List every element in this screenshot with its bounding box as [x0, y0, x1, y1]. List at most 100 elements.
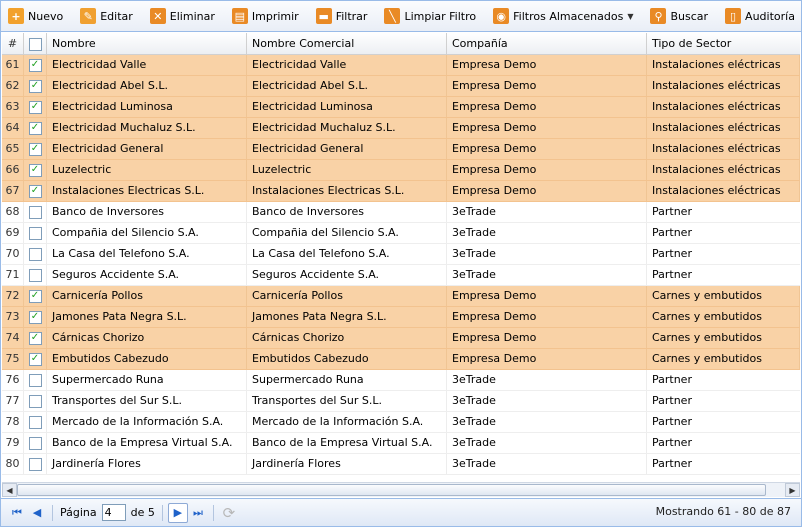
last-page-button[interactable]: ⏭: [188, 503, 208, 523]
table-row[interactable]: 79 Banco de la Empresa Virtual S.A. Banco …: [2, 433, 800, 454]
table-row[interactable]: 70 La Casa del Telefono S.A. La Casa del T…: [2, 244, 800, 265]
cell-number: 70: [2, 244, 24, 264]
row-select-cell: [24, 454, 47, 474]
row-checkbox[interactable]: ✓: [28, 352, 42, 366]
next-page-button[interactable]: ▶: [167, 502, 188, 523]
cell-nombre: Banco de la Empresa Virtual S.A.: [47, 433, 247, 453]
row-checkbox[interactable]: ✓: [28, 163, 42, 177]
cell-compania: Empresa Demo: [447, 349, 647, 369]
cell-nombre-comercial: Compañia del Silencio S.A.: [247, 223, 447, 243]
cell-tipo-sector: Partner: [652, 268, 692, 281]
table-row[interactable]: 65 ✓ Electricidad General Electricidad Gene…: [2, 139, 800, 160]
row-checkbox[interactable]: [28, 373, 42, 387]
row-checkbox[interactable]: [28, 394, 42, 408]
table-row[interactable]: 69 Compañia del Silencio S.A. Compañia del…: [2, 223, 800, 244]
table-row[interactable]: 72 ✓ Carnicería Pollos Carnicería Pollos Emp…: [2, 286, 800, 307]
cell-compania: Empresa Demo: [447, 328, 647, 348]
row-select-cell: ✓: [24, 139, 47, 159]
table-row[interactable]: 80 Jardinería Flores Jardinería Flores 3eTr…: [2, 454, 800, 475]
row-checkbox[interactable]: ✓: [28, 142, 42, 156]
grid-header: # Nombre Nombre Comercial Compañía Tipo de S…: [2, 33, 800, 55]
row-checkbox[interactable]: [28, 205, 42, 219]
row-checkbox[interactable]: [28, 415, 42, 429]
row-checkbox[interactable]: ✓: [28, 100, 42, 114]
row-select-cell: [24, 370, 47, 390]
header-col-select-all[interactable]: [24, 33, 47, 55]
row-checkbox[interactable]: [28, 436, 42, 450]
page-number-input[interactable]: [101, 504, 126, 521]
row-checkbox[interactable]: ✓: [28, 310, 42, 324]
dropdown-arrow-icon[interactable]: ▼: [627, 12, 633, 21]
row-checkbox[interactable]: ✓: [28, 58, 42, 72]
toolbar-button-4[interactable]: ▬ Filtrar: [312, 4, 372, 28]
cell-nombre-comercial: Banco de Inversores: [247, 202, 447, 222]
table-row[interactable]: 75 ✓ Embutidos Cabezudo Embutidos Cabezudo E…: [2, 349, 800, 370]
row-checkbox[interactable]: [28, 247, 42, 261]
cell-nombre: Embutidos Cabezudo: [47, 349, 247, 369]
cell-tipo-sector: Instalaciones eléctricas: [647, 118, 800, 138]
row-checkbox[interactable]: ✓: [28, 79, 42, 93]
row-checkbox[interactable]: ✓: [28, 121, 42, 135]
scroll-right-button[interactable]: ▶: [785, 483, 800, 497]
toolbar-button-1[interactable]: ✎ Editar: [76, 4, 137, 28]
refresh-icon[interactable]: ⟳: [219, 504, 239, 522]
toolbar-button-label: Imprimir: [251, 9, 299, 23]
header-col-nombre[interactable]: Nombre: [47, 33, 247, 55]
toolbar-button-8[interactable]: ▯ Auditoría: [721, 4, 799, 28]
table-row[interactable]: 78 Mercado de la Información S.A. Mercado …: [2, 412, 800, 433]
pager-separator: [212, 504, 214, 521]
table-row[interactable]: 73 ✓ Jamones Pata Negra S.L. Jamones Pata N…: [2, 307, 800, 328]
header-col-compania[interactable]: Compañía: [447, 33, 647, 55]
row-checkbox[interactable]: [28, 457, 42, 471]
row-checkbox[interactable]: [28, 226, 42, 240]
select-all-checkbox[interactable]: [28, 37, 42, 51]
table-row[interactable]: 74 ✓ Cárnicas Chorizo Cárnicas Chorizo Empre…: [2, 328, 800, 349]
toolbar-button-5[interactable]: ╲ Limpiar Filtro: [380, 4, 480, 28]
cell-nombre-comercial: Jamones Pata Negra S.L.: [247, 307, 447, 327]
table-row[interactable]: 76 Supermercado Runa Supermercado Runa 3eTr…: [2, 370, 800, 391]
table-row[interactable]: 67 ✓ Instalaciones Electricas S.L. Instalac…: [2, 181, 800, 202]
table-row[interactable]: 61 ✓ Electricidad Valle Electricidad Valle E…: [2, 55, 800, 76]
cell-nombre-comercial: Seguros Accidente S.A.: [247, 265, 447, 285]
data-grid: # Nombre Nombre Comercial Compañía Tipo de S…: [2, 33, 800, 482]
toolbar-button-7[interactable]: ⚲ Buscar: [646, 4, 712, 28]
scroll-left-button[interactable]: ◀: [2, 483, 17, 497]
cell-compania: 3eTrade: [447, 265, 647, 285]
cell-number: 66: [2, 160, 24, 180]
previous-page-button[interactable]: ◀: [27, 503, 47, 523]
toolbar-button-2[interactable]: ✕ Eliminar: [146, 4, 219, 28]
cell-number: 73: [2, 307, 24, 327]
toolbar-button-3[interactable]: ▤ Imprimir: [228, 4, 303, 28]
row-checkbox[interactable]: ✓: [28, 331, 42, 345]
scroll-thumb[interactable]: [17, 484, 766, 496]
first-page-button[interactable]: ⏮: [7, 503, 27, 523]
header-col-tipo-sector[interactable]: Tipo de Sector: [647, 33, 800, 55]
table-row[interactable]: 66 ✓ Luzelectric Luzelectric Empresa Demo Ins…: [2, 160, 800, 181]
toolbar-button-0[interactable]: + Nuevo: [4, 4, 67, 28]
cell-nombre: Banco de Inversores: [47, 202, 247, 222]
table-row[interactable]: 62 ✓ Electricidad Abel S.L. Electricidad Ab…: [2, 76, 800, 97]
row-checkbox[interactable]: [28, 268, 42, 282]
cell-nombre-comercial: La Casa del Telefono S.A.: [247, 244, 447, 264]
header-col-nombre-comercial[interactable]: Nombre Comercial: [247, 33, 447, 55]
row-select-cell: ✓: [24, 349, 47, 369]
horizontal-scrollbar[interactable]: ◀ ▶: [2, 482, 800, 497]
table-row[interactable]: 77 Transportes del Sur S.L. Transportes de…: [2, 391, 800, 412]
toolbar-button-label: Nuevo: [28, 9, 64, 23]
table-row[interactable]: 64 ✓ Electricidad Muchaluz S.L. Electricida…: [2, 118, 800, 139]
row-select-cell: ✓: [24, 97, 47, 117]
row-checkbox[interactable]: ✓: [28, 289, 42, 303]
table-row[interactable]: 71 Seguros Accidente S.A. Seguros Accident…: [2, 265, 800, 286]
cell-number: 69: [2, 223, 24, 243]
cell-tipo-sector: Partner: [652, 415, 692, 428]
toolbar-button-6[interactable]: ◉ Filtros Almacenados ▼: [489, 4, 637, 28]
table-row[interactable]: 68 Banco de Inversores Banco de Inversores…: [2, 202, 800, 223]
scroll-track[interactable]: [17, 483, 785, 497]
row-select-cell: [24, 244, 47, 264]
delete-icon: ✕: [149, 8, 166, 24]
cell-nombre: Electricidad General: [47, 139, 247, 159]
table-row[interactable]: 63 ✓ Electricidad Luminosa Electricidad Lum…: [2, 97, 800, 118]
row-checkbox[interactable]: ✓: [28, 184, 42, 198]
header-col-number[interactable]: #: [2, 33, 24, 55]
toolbar-button-label: Editar: [100, 9, 133, 23]
